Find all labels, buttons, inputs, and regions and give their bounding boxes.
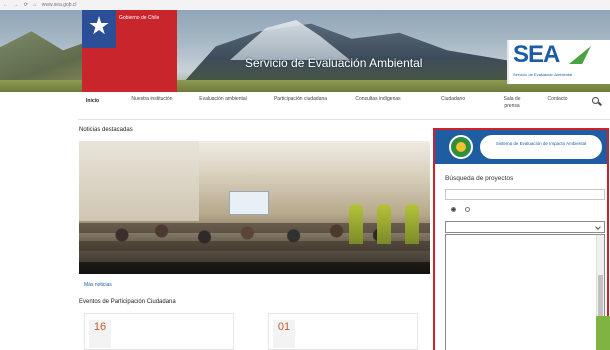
type-select-dropdown[interactable] (445, 234, 605, 350)
nav-item-contacto[interactable]: Contacto (540, 96, 575, 103)
widget-title: Búsqueda de proyectos (445, 175, 514, 182)
nav-item-participacion[interactable]: Participación ciudadana (273, 96, 328, 103)
nav-item-institucion[interactable]: Nuestra institución (128, 96, 176, 103)
seia-logo-center (456, 142, 466, 152)
news-image-plant (377, 204, 391, 244)
news-image-screen (229, 191, 269, 215)
nav-item-prensa[interactable]: Sala de prensa (496, 96, 528, 110)
news-image-plant (349, 204, 363, 244)
gov-logo-text: Gobierno de Chile (119, 15, 160, 21)
site-title: Servicio de Evaluación Ambiental (245, 56, 423, 70)
sea-logo[interactable]: SEA Servicio de Evaluación Ambiental (507, 40, 610, 84)
browser-address-bar[interactable]: ← → ⟳ ⌂ www.sea.gob.cl (0, 0, 610, 10)
widget-header: Sistema de Evaluación de Impacto Ambient… (435, 130, 607, 164)
project-search-widget: Sistema de Evaluación de Impacto Ambient… (433, 128, 609, 350)
back-icon[interactable]: ← (3, 2, 8, 8)
seia-logo-icon (449, 135, 473, 159)
url-text[interactable]: www.sea.gob.cl (42, 2, 77, 8)
dropdown-scrollbar-thumb[interactable] (598, 275, 603, 321)
news-image-plant (405, 204, 419, 244)
type-select[interactable] (445, 221, 605, 233)
news-caption[interactable] (79, 262, 430, 274)
page: ← → ⟳ ⌂ www.sea.gob.cl Gobierno de Chile… (0, 0, 610, 350)
forward-icon[interactable]: → (13, 2, 18, 8)
event-day: 16 (93, 321, 107, 333)
radio-option-b[interactable] (465, 207, 471, 213)
reload-icon[interactable]: ⟳ (24, 2, 28, 8)
event-date: 16 (89, 320, 111, 348)
news-image-people (89, 219, 419, 259)
events-section-title: Eventos de Participación Ciudadana (79, 299, 176, 305)
news-section-title: Noticias destacadas (79, 127, 133, 133)
event-card[interactable]: 01 (268, 313, 418, 350)
star-icon (89, 16, 109, 35)
event-day: 01 (277, 321, 291, 333)
sea-logo-subtitle: Servicio de Evaluación Ambiental (513, 72, 573, 77)
search-icon[interactable] (592, 97, 602, 107)
nav-home[interactable]: Inicio (86, 98, 99, 105)
news-image[interactable] (79, 141, 430, 274)
side-accent (596, 316, 610, 350)
header-banner: Gobierno de Chile Servicio de Evaluación… (0, 10, 610, 92)
nav-item-evaluacion[interactable]: Evaluación ambiental (198, 96, 248, 103)
more-news-link[interactable]: Más noticias (84, 282, 112, 288)
nav-item-ciudadano[interactable]: Ciudadano (433, 96, 473, 103)
event-date: 01 (273, 320, 295, 348)
nav-item-consultas[interactable]: Consultas indígenas (353, 96, 403, 103)
gov-logo-blue (82, 10, 116, 48)
home-icon[interactable]: ⌂ (33, 2, 36, 8)
search-icon-handle (598, 101, 602, 106)
news-image-wall (79, 141, 199, 221)
sea-logo-mark: SEA (513, 41, 560, 68)
main-nav: Inicio Nuestra institución Evaluación am… (78, 92, 610, 120)
widget-header-text[interactable]: Sistema de Evaluación de Impacto Ambient… (480, 135, 602, 159)
region-radio-group (445, 207, 472, 213)
event-card[interactable]: 16 (84, 313, 234, 350)
sea-swoosh-icon (569, 46, 591, 64)
radio-option-a[interactable] (451, 207, 456, 213)
project-name-input[interactable] (445, 189, 605, 200)
gov-logo[interactable]: Gobierno de Chile (82, 10, 177, 92)
chevron-down-icon (595, 224, 601, 230)
